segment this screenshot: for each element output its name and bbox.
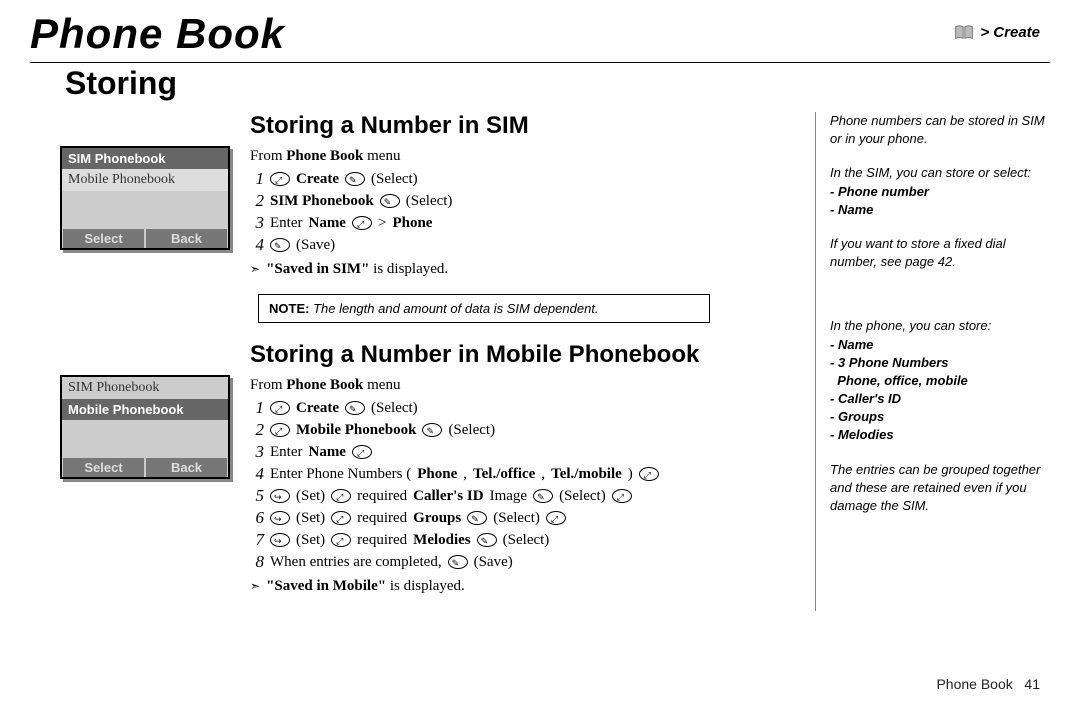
screen-back-button: Back: [146, 458, 227, 477]
book-icon: [954, 25, 974, 41]
sim-section-title: Storing a Number in SIM: [250, 112, 795, 140]
select-icon: [345, 172, 365, 186]
sim-steps: 1Create(Select) 2SIM Phonebook(Select) 3…: [250, 169, 795, 255]
nav-icon: [612, 489, 632, 503]
page-main-title: Phone Book: [30, 10, 1050, 58]
nav-icon: [639, 467, 659, 481]
nav-icon: [270, 401, 290, 415]
nav-icon: [546, 511, 566, 525]
screen-back-button: Back: [146, 229, 227, 248]
storing-title: Storing: [65, 65, 1050, 102]
breadcrumb: > Create: [954, 24, 1040, 41]
nav-icon: [331, 511, 351, 525]
select-icon: [533, 489, 553, 503]
select-icon: [270, 238, 290, 252]
page-footer: Phone Book 41: [936, 676, 1040, 692]
nav-icon: [331, 533, 351, 547]
nav-icon: [352, 216, 372, 230]
set-icon: [270, 533, 290, 547]
sidebar-notes: Phone numbers can be stored in SIM or in…: [815, 112, 1050, 611]
divider: [30, 62, 1050, 63]
select-icon: [448, 555, 468, 569]
screen-select-button: Select: [63, 458, 144, 477]
nav-icon: [352, 445, 372, 459]
screen-item-selected: Mobile Phonebook: [62, 399, 228, 420]
select-icon: [467, 511, 487, 525]
mobile-phone-screen: SIM Phonebook Mobile Phonebook Select Ba…: [60, 375, 230, 479]
screen-item: Mobile Phonebook: [62, 169, 228, 191]
breadcrumb-text: > Create: [980, 24, 1040, 41]
note-box: NOTE: The length and amount of data is S…: [258, 294, 710, 323]
screen-item: SIM Phonebook: [62, 377, 228, 399]
mobile-steps: 1Create(Select) 2Mobile Phonebook(Select…: [250, 398, 795, 572]
nav-icon: [270, 423, 290, 437]
sim-phone-screen: SIM Phonebook Mobile Phonebook Select Ba…: [60, 146, 230, 250]
screen-item-selected: SIM Phonebook: [62, 148, 228, 169]
select-icon: [422, 423, 442, 437]
sim-result: "Saved in SIM" is displayed.: [250, 261, 795, 278]
nav-icon: [270, 172, 290, 186]
mobile-result: "Saved in Mobile" is displayed.: [250, 578, 795, 595]
select-icon: [380, 194, 400, 208]
set-icon: [270, 489, 290, 503]
select-icon: [345, 401, 365, 415]
from-line: From Phone Book menu: [250, 377, 795, 394]
from-line: From Phone Book menu: [250, 148, 795, 165]
set-icon: [270, 511, 290, 525]
mobile-section-title: Storing a Number in Mobile Phonebook: [250, 341, 795, 369]
screen-select-button: Select: [63, 229, 144, 248]
select-icon: [477, 533, 497, 547]
nav-icon: [331, 489, 351, 503]
